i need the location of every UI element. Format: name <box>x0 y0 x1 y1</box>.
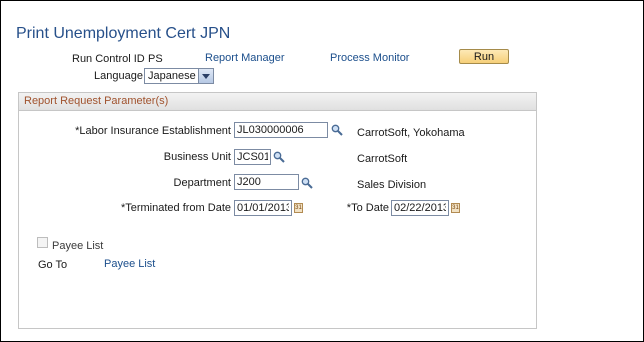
department-input[interactable] <box>234 174 299 190</box>
to-date-label: *To Date <box>346 202 389 214</box>
labor-insurance-lookup-icon[interactable] <box>331 124 343 136</box>
department-lookup-icon[interactable] <box>301 177 313 189</box>
department-description: Sales Division <box>357 179 427 191</box>
run-control-value: PS <box>148 53 163 65</box>
payee-list-link[interactable]: Payee List <box>104 258 155 270</box>
page-title: Print Unemployment Cert JPN <box>16 25 231 42</box>
labor-insurance-label: *Labor Insurance Establishment <box>75 125 231 137</box>
to-date-input[interactable] <box>391 200 449 216</box>
labor-insurance-input[interactable] <box>234 122 328 138</box>
business-unit-description: CarrotSoft <box>357 153 408 165</box>
labor-insurance-description: CarrotSoft, Yokohama <box>357 127 465 139</box>
business-unit-input[interactable] <box>234 149 271 165</box>
department-label: Department <box>173 177 231 189</box>
business-unit-label: Business Unit <box>163 151 231 163</box>
run-control-label: Run Control ID <box>72 53 145 65</box>
language-label: Language <box>94 70 143 82</box>
payee-list-checkbox-label: Payee List <box>52 240 104 252</box>
terminated-from-date-label: *Terminated from Date <box>120 202 231 214</box>
calendar-icon[interactable]: 31 <box>451 203 460 213</box>
language-select-value: Japanese <box>148 70 196 82</box>
report-manager-link[interactable]: Report Manager <box>205 52 285 64</box>
run-button[interactable]: Run <box>459 49 509 64</box>
go-to-label: Go To <box>38 259 68 271</box>
process-monitor-link[interactable]: Process Monitor <box>330 52 409 64</box>
page-frame: Print Unemployment Cert JPN Run Control … <box>0 0 644 342</box>
payee-list-checkbox[interactable] <box>37 237 48 248</box>
group-title: Report Request Parameter(s) <box>24 95 169 107</box>
language-select[interactable]: Japanese <box>144 68 214 84</box>
calendar-icon[interactable]: 31 <box>294 203 303 213</box>
business-unit-lookup-icon[interactable] <box>273 151 285 163</box>
terminated-from-date-input[interactable] <box>234 200 292 216</box>
group-header: Report Request Parameter(s) <box>19 93 536 111</box>
chevron-down-icon <box>198 69 213 83</box>
